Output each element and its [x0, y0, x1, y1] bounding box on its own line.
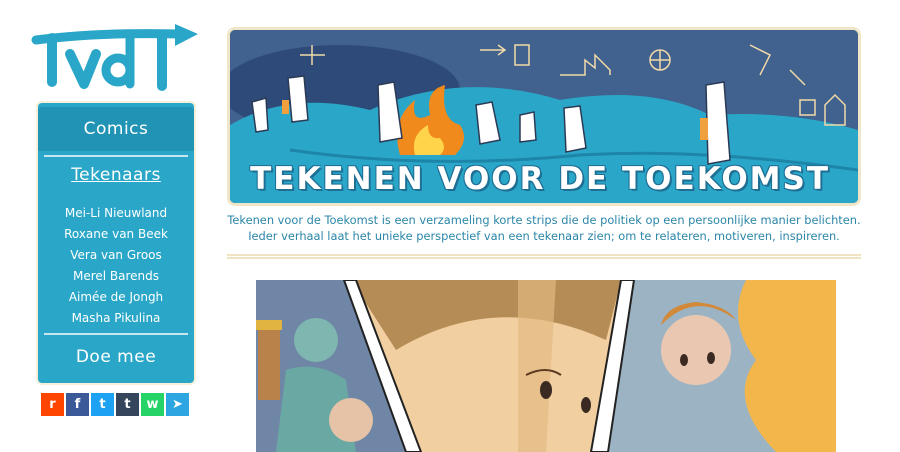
- section-divider: [227, 254, 861, 259]
- nav-divider: [44, 155, 188, 157]
- artist-link[interactable]: Merel Barends: [38, 266, 194, 287]
- nav-divider: [44, 333, 188, 335]
- reddit-icon[interactable]: r: [41, 393, 64, 416]
- artist-link[interactable]: Vera van Groos: [38, 245, 194, 266]
- nav-tekenaars[interactable]: Tekenaars: [38, 165, 194, 185]
- artist-link[interactable]: Aimée de Jongh: [38, 287, 194, 308]
- share-buttons: r f t t w ➤: [41, 393, 189, 416]
- artist-list: Mei-Li Nieuwland Roxane van Beek Vera va…: [38, 203, 194, 329]
- tumblr-icon[interactable]: t: [116, 393, 139, 416]
- twitter-icon[interactable]: t: [91, 393, 114, 416]
- comic-illustration: [256, 280, 836, 452]
- intro-text: Tekenen voor de Toekomst is een verzamel…: [227, 212, 861, 244]
- intro-line: Ieder verhaal laat het unieke perspectie…: [248, 229, 840, 243]
- comic-preview[interactable]: [256, 280, 836, 452]
- sidebar-nav: Comics Tekenaars Mei-Li Nieuwland Roxane…: [36, 101, 196, 385]
- intro-line: Tekenen voor de Toekomst is een verzamel…: [227, 213, 861, 227]
- header-banner: TEKENEN VOOR DE TOEKOMST: [227, 27, 861, 206]
- facebook-icon[interactable]: f: [66, 393, 89, 416]
- banner-title: TEKENEN VOOR DE TOEKOMST: [250, 161, 830, 197]
- logo-graphic: [31, 24, 198, 91]
- whatsapp-icon[interactable]: w: [141, 393, 164, 416]
- site-logo[interactable]: [30, 24, 200, 94]
- nav-doe-mee[interactable]: Doe mee: [38, 347, 194, 367]
- nav-comics[interactable]: Comics: [38, 107, 194, 151]
- artist-link[interactable]: Mei-Li Nieuwland: [38, 203, 194, 224]
- artist-link[interactable]: Roxane van Beek: [38, 224, 194, 245]
- telegram-icon[interactable]: ➤: [166, 393, 189, 416]
- artist-link[interactable]: Masha Pikulina: [38, 308, 194, 329]
